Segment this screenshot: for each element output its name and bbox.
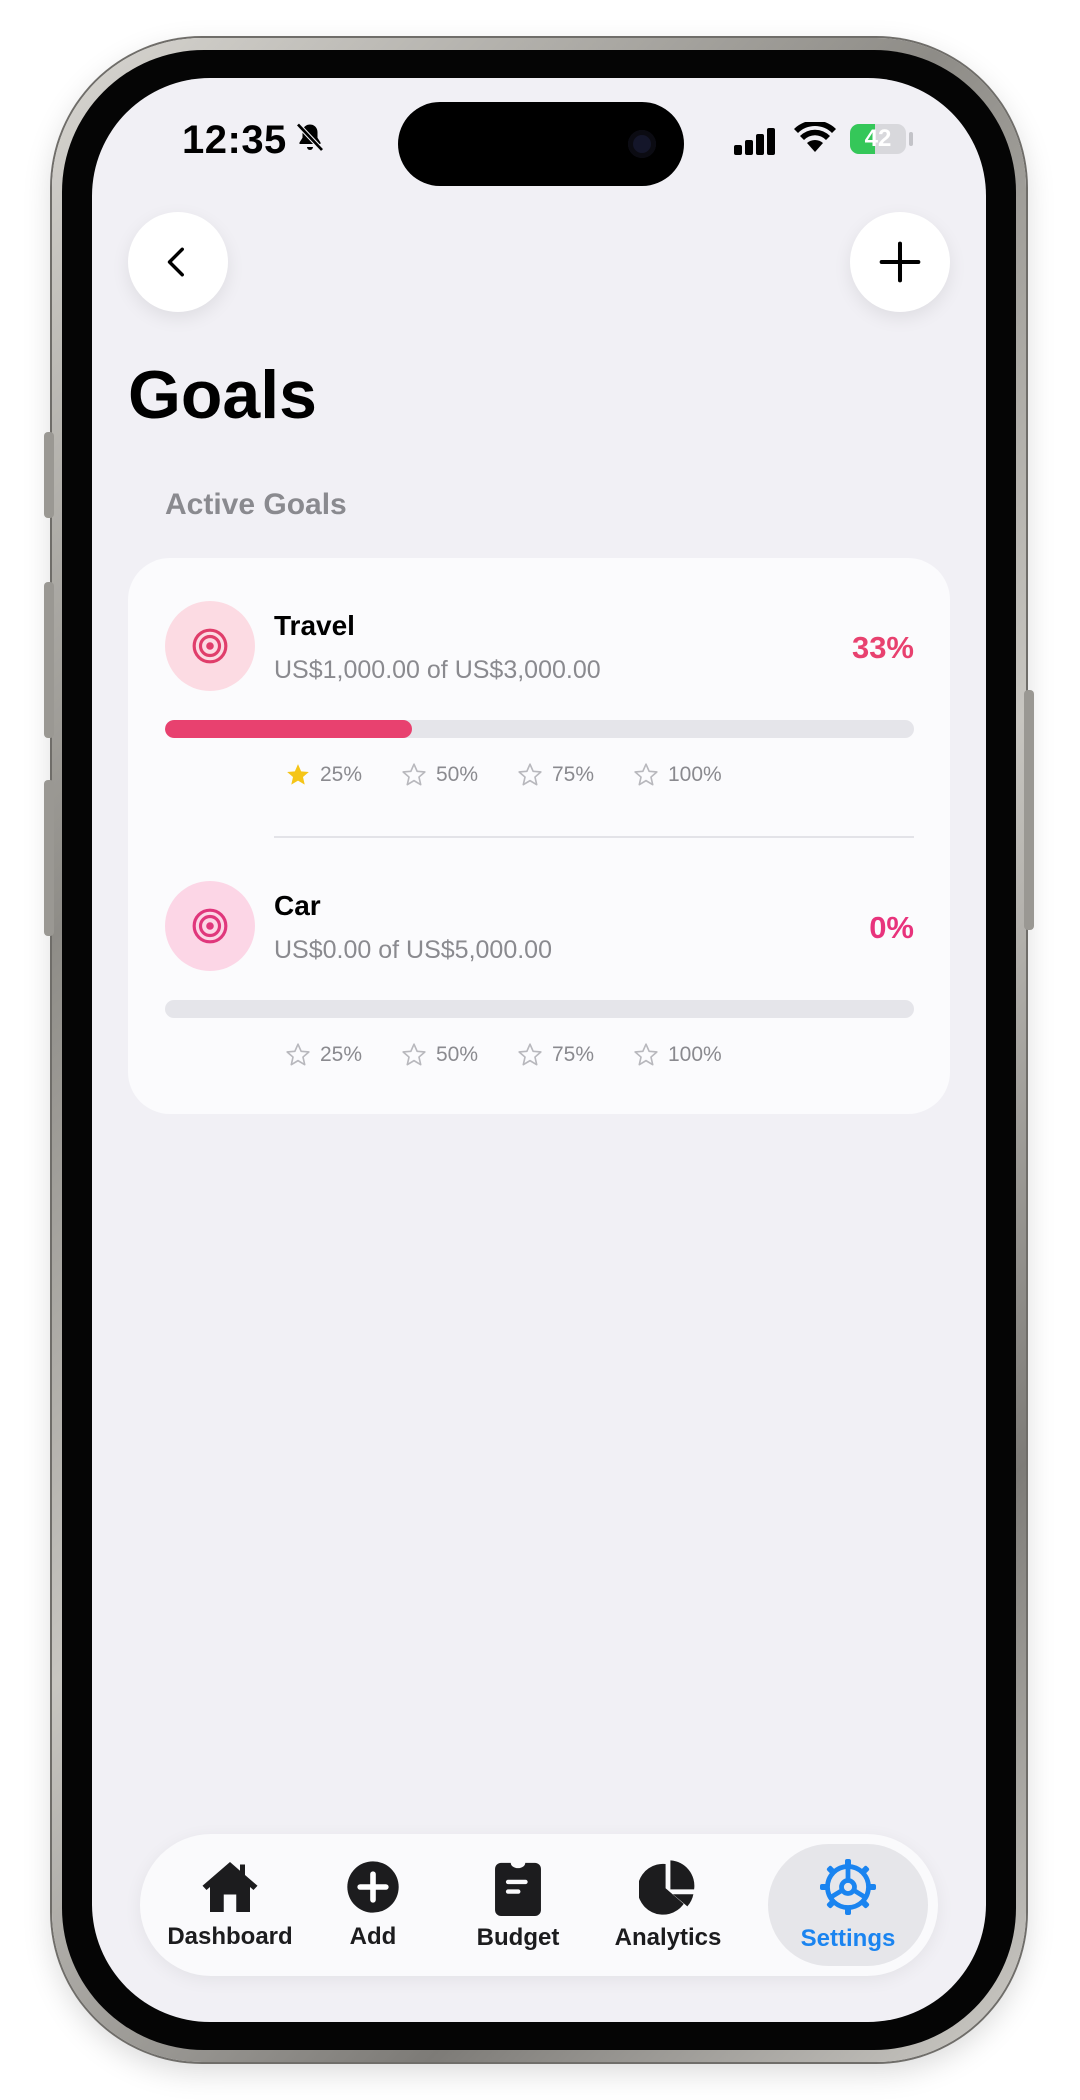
goal-item-travel[interactable]: Travel US$1,000.00 of US$3,000.00 33% 25… xyxy=(128,558,950,818)
star-icon xyxy=(402,1043,426,1066)
plus-icon xyxy=(879,241,921,283)
tab-settings[interactable]: Settings xyxy=(768,1844,928,1966)
target-icon xyxy=(192,628,228,664)
tab-label: Add xyxy=(349,1923,397,1950)
tab-budget[interactable]: Budget xyxy=(458,1844,578,1966)
status-time: 12:35 xyxy=(182,118,287,162)
section-label: Active Goals xyxy=(165,488,347,521)
battery-indicator: 42 xyxy=(850,124,906,154)
star-icon xyxy=(287,764,309,785)
goal-icon-container xyxy=(165,601,255,691)
star-icon xyxy=(402,763,426,786)
add-goal-button[interactable] xyxy=(850,212,950,312)
goals-card: Travel US$1,000.00 of US$3,000.00 33% 25… xyxy=(128,558,950,1114)
tab-label: Dashboard xyxy=(167,1923,293,1950)
milestone: 50% xyxy=(401,762,517,788)
milestone: 25% xyxy=(285,762,401,788)
battery-nub xyxy=(909,132,913,146)
goal-amount: US$0.00 of US$5,000.00 xyxy=(274,936,552,964)
goal-percent: 33% xyxy=(851,630,914,665)
milestone: 25% xyxy=(285,1042,401,1068)
milestone: 100% xyxy=(633,1042,749,1068)
pie-chart-icon xyxy=(639,1860,695,1915)
battery-level: 42 xyxy=(864,125,892,152)
goal-amount: US$1,000.00 of US$3,000.00 xyxy=(274,656,601,684)
goal-progress-bar xyxy=(165,720,914,738)
tab-dashboard[interactable]: Dashboard xyxy=(160,1844,300,1966)
bell-slash-icon xyxy=(296,122,324,152)
house-icon xyxy=(202,1862,258,1912)
cellular-signal-icon xyxy=(734,128,778,155)
milestone-label: 50% xyxy=(436,763,479,786)
milestone-label: 100% xyxy=(668,1043,722,1066)
star-icon xyxy=(518,763,542,786)
milestone: 75% xyxy=(517,1042,633,1068)
volume-down-button xyxy=(44,780,54,936)
goal-icon-container xyxy=(165,881,255,971)
milestone: 75% xyxy=(517,762,633,788)
page-title: Goals xyxy=(128,357,317,433)
camera-icon xyxy=(628,130,656,158)
star-icon xyxy=(286,1043,310,1066)
goal-name: Travel xyxy=(274,610,355,641)
plus-circle-icon xyxy=(347,1861,399,1913)
milestone: 100% xyxy=(633,762,749,788)
action-button xyxy=(44,432,54,518)
tab-label: Budget xyxy=(476,1924,560,1951)
goal-progress-bar xyxy=(165,1000,914,1018)
milestone-label: 25% xyxy=(320,1043,363,1066)
goal-name: Car xyxy=(274,890,321,921)
chevron-left-icon xyxy=(167,247,184,277)
gear-icon xyxy=(820,1859,876,1915)
dynamic-island xyxy=(398,102,684,186)
target-icon xyxy=(192,908,228,944)
milestone-label: 100% xyxy=(668,763,722,786)
clipboard-icon xyxy=(495,1862,541,1916)
tab-label: Analytics xyxy=(614,1924,722,1951)
milestone-label: 75% xyxy=(552,763,595,786)
milestone-row: 25% 50% 75% 100% xyxy=(285,1042,749,1068)
power-button xyxy=(1024,690,1034,930)
star-icon xyxy=(634,1043,658,1066)
tab-bar: Dashboard Add Budget Analytics Settings xyxy=(140,1834,938,1976)
goal-progress-fill xyxy=(165,720,413,738)
milestone-label: 50% xyxy=(436,1043,479,1066)
back-button[interactable] xyxy=(128,212,228,312)
tab-add[interactable]: Add xyxy=(318,1844,428,1966)
milestone-row: 25% 50% 75% 100% xyxy=(285,762,749,788)
star-icon xyxy=(634,763,658,786)
milestone-label: 25% xyxy=(320,763,363,786)
screen: 12:35 42 Goals Active Goals Travel US$1,… xyxy=(92,78,986,2022)
wifi-icon xyxy=(794,122,836,152)
goal-percent: 0% xyxy=(869,910,914,945)
tab-analytics[interactable]: Analytics xyxy=(598,1844,738,1966)
milestone-label: 75% xyxy=(552,1043,595,1066)
milestone: 50% xyxy=(401,1042,517,1068)
volume-up-button xyxy=(44,582,54,738)
goal-item-car[interactable]: Car US$0.00 of US$5,000.00 0% 25% 50% 75… xyxy=(128,838,950,1098)
tab-label: Settings xyxy=(800,1925,896,1952)
star-icon xyxy=(518,1043,542,1066)
